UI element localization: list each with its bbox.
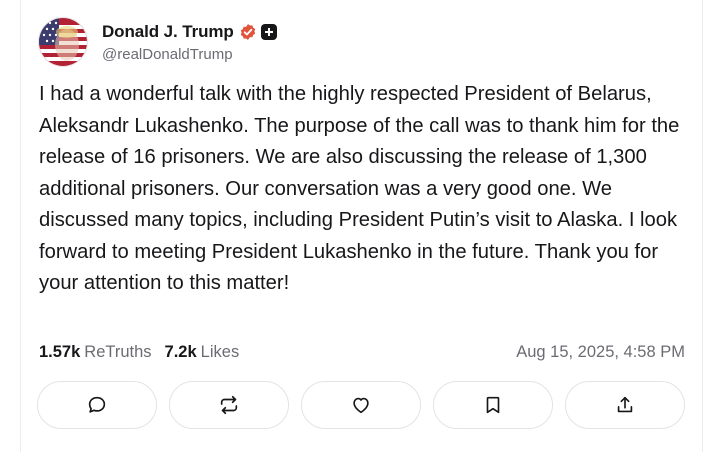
- repost-icon: [220, 395, 238, 415]
- reply-button[interactable]: [37, 381, 157, 429]
- like-button[interactable]: [301, 381, 421, 429]
- verified-badge-icon: [240, 24, 255, 40]
- bookmark-icon: [486, 396, 500, 414]
- bookmark-button[interactable]: [433, 381, 553, 429]
- author-handle[interactable]: @realDonaldTrump: [102, 46, 277, 63]
- likes-count[interactable]: 7.2k: [165, 343, 197, 362]
- author-display-name[interactable]: Donald J. Trump: [102, 22, 234, 42]
- heart-icon: [353, 397, 369, 414]
- comment-icon: [88, 396, 106, 413]
- avatar[interactable]: [38, 17, 88, 67]
- share-icon: [617, 396, 633, 413]
- card-border-right: [702, 0, 703, 452]
- plus-badge-icon: [260, 24, 277, 40]
- likes-label[interactable]: Likes: [201, 343, 240, 362]
- post-header: Donald J. Trump @realDonaldTrump: [38, 16, 277, 68]
- post-body-text: I had a wonderful talk with the highly r…: [39, 83, 680, 294]
- author-name-row: Donald J. Trump: [102, 21, 277, 43]
- retruth-button[interactable]: [169, 381, 289, 429]
- retruths-count[interactable]: 1.57k: [39, 343, 80, 362]
- share-button[interactable]: [565, 381, 685, 429]
- post-action-bar: [37, 381, 685, 429]
- post-stats: 1.57k ReTruths 7.2k Likes Aug 15, 2025, …: [39, 341, 685, 363]
- card-border-left: [20, 0, 21, 452]
- retruths-label[interactable]: ReTruths: [84, 343, 151, 362]
- author-info: Donald J. Trump @realDonaldTrump: [102, 21, 277, 63]
- post-timestamp[interactable]: Aug 15, 2025, 4:58 PM: [516, 343, 685, 362]
